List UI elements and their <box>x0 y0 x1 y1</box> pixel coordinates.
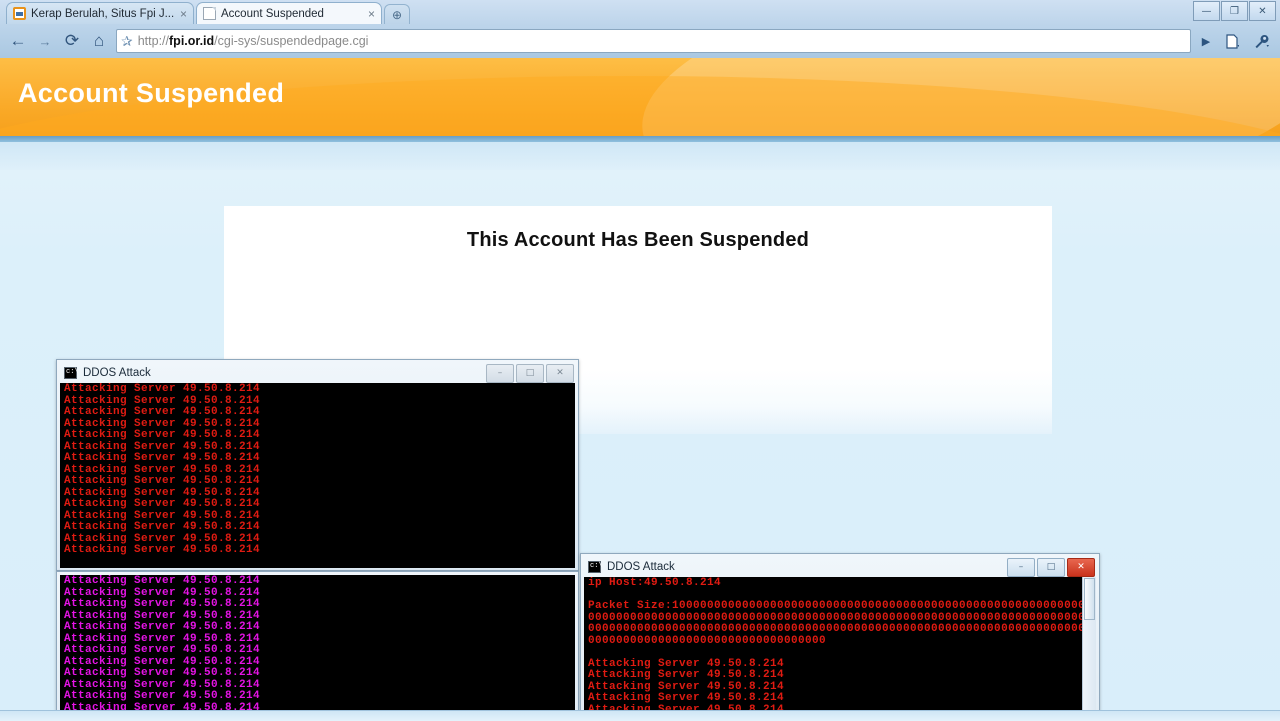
reload-icon[interactable]: ⟳ <box>60 29 84 53</box>
news-favicon <box>13 7 26 20</box>
console-line: Attacking Server 49.50.8.214 <box>64 667 261 679</box>
close-icon[interactable]: ✕ <box>1067 557 1095 577</box>
packet-size-line: Packet Size:1000000000000000000000000000… <box>588 600 1093 647</box>
minimize-window-button[interactable]: — <box>1193 1 1220 21</box>
console-line: Attacking Server 49.50.8.214 <box>588 669 785 681</box>
browser-chrome: Kerap Berulah, Situs Fpi J... × Account … <box>0 0 1280 58</box>
ddos-window-2-frame: Attacking Server 49.50.8.214 Attacking Se… <box>56 571 579 720</box>
console-line: Attacking Server 49.50.8.214 <box>64 383 261 395</box>
ddos-window-2[interactable]: Attacking Server 49.50.8.214 Attacking Se… <box>56 571 579 720</box>
go-icon[interactable]: ▶ <box>1196 30 1216 52</box>
maximize-window-button[interactable]: ❐ <box>1221 1 1248 21</box>
minimize-icon[interactable]: – <box>1007 557 1035 577</box>
page-favicon <box>203 7 216 20</box>
address-bar[interactable]: ✰ http://fpi.or.id/cgi-sys/suspendedpage… <box>116 29 1191 53</box>
console-line: Attacking Server 49.50.8.214 <box>588 692 785 704</box>
url-protocol: http:// <box>137 34 170 48</box>
url-text: http://fpi.or.id/cgi-sys/suspendedpage.c… <box>138 34 369 48</box>
minimize-icon[interactable]: – <box>486 363 514 383</box>
new-tab-button[interactable]: ⊕ <box>384 4 410 24</box>
back-icon[interactable]: ← <box>6 29 30 53</box>
console-line: Attacking Server 49.50.8.214 <box>64 521 261 533</box>
suspended-message: This Account Has Been Suspended <box>466 229 810 251</box>
ddos-window-1-console: Attacking Server 49.50.8.214 Attacking Se… <box>60 383 575 568</box>
bookmark-star-icon[interactable]: ✰ <box>121 33 133 50</box>
console-line: Attacking Server 49.50.8.214 <box>64 475 261 487</box>
browser-window-controls: — ❐ ✕ <box>1193 1 1276 21</box>
ddos-window-1-titlebar[interactable]: DDOS Attack – □ ✕ <box>60 363 575 383</box>
browser-tab-1[interactable]: Kerap Berulah, Situs Fpi J... × <box>6 2 194 24</box>
close-tab-1-icon[interactable]: × <box>180 8 187 20</box>
ddos-window-1[interactable]: DDOS Attack – □ ✕ Attacking Server 49.50… <box>56 359 579 571</box>
scrollbar-thumb[interactable] <box>1084 578 1095 620</box>
navigation-toolbar: ← → ⟳ ⌂ ✰ http://fpi.or.id/cgi-sys/suspe… <box>0 24 1280 58</box>
close-tab-2-icon[interactable]: × <box>368 8 375 20</box>
ddos-window-3-frame: DDOS Attack – □ ✕ ip Host:49.50.8.214 Pa… <box>580 553 1100 720</box>
page-title: Account Suspended <box>18 78 285 108</box>
console-line: Attacking Server 49.50.8.214 <box>64 406 261 418</box>
home-icon[interactable]: ⌂ <box>87 29 111 53</box>
console-line: Attacking Server 49.50.8.214 <box>64 429 261 441</box>
suspended-banner: Account Suspended <box>0 58 1280 136</box>
tab-strip: Kerap Berulah, Situs Fpi J... × Account … <box>0 0 1280 24</box>
console-line: Attacking Server 49.50.8.214 <box>64 452 261 464</box>
wrench-menu-icon[interactable] <box>1248 29 1274 53</box>
forward-icon[interactable]: → <box>33 29 57 53</box>
ddos-window-3[interactable]: DDOS Attack – □ ✕ ip Host:49.50.8.214 Pa… <box>580 553 1100 720</box>
ddos-window-3-title: DDOS Attack <box>607 561 675 573</box>
desktop-taskbar[interactable] <box>0 710 1280 721</box>
browser-tab-2[interactable]: Account Suspended × <box>196 2 382 24</box>
close-window-button[interactable]: ✕ <box>1249 1 1276 21</box>
wrench-glyph <box>1255 34 1269 48</box>
browser-tab-1-title: Kerap Berulah, Situs Fpi J... <box>31 7 175 20</box>
maximize-icon[interactable]: □ <box>516 363 544 383</box>
ddos-window-3-titlebar[interactable]: DDOS Attack – □ ✕ <box>584 557 1096 577</box>
ddos-window-1-controls: – □ ✕ <box>486 363 574 383</box>
banner-fade <box>0 142 1280 170</box>
ddos-window-1-frame: DDOS Attack – □ ✕ Attacking Server 49.50… <box>56 359 579 571</box>
ddos-window-1-title: DDOS Attack <box>83 367 151 379</box>
console-line: Attacking Server 49.50.8.214 <box>64 575 261 587</box>
console-line: Attacking Server 49.50.8.214 <box>64 498 261 510</box>
console-line: Attacking Server 49.50.8.214 <box>64 621 261 633</box>
browser-tab-2-title: Account Suspended <box>221 7 324 20</box>
cmd-console-icon <box>64 367 79 379</box>
console-scrollbar[interactable] <box>1082 577 1096 720</box>
close-icon[interactable]: ✕ <box>546 363 574 383</box>
console-line: Attacking Server 49.50.8.214 <box>64 598 261 610</box>
console-line: Attacking Server 49.50.8.214 <box>64 544 261 556</box>
maximize-icon[interactable]: □ <box>1037 557 1065 577</box>
url-domain: fpi.or.id <box>169 34 215 48</box>
page-menu-glyph <box>1225 33 1239 49</box>
cmd-console-icon <box>588 561 603 573</box>
page-content: Account Suspended This Account Has Been … <box>0 58 1280 720</box>
ddos-window-2-console: Attacking Server 49.50.8.214 Attacking Se… <box>60 575 575 720</box>
console-line: Attacking Server 49.50.8.214 <box>64 644 261 656</box>
host-line: ip Host:49.50.8.214 <box>588 577 722 589</box>
console-line: Attacking Server 49.50.8.214 <box>64 690 261 702</box>
ddos-window-3-console: ip Host:49.50.8.214 Packet Size:10000000… <box>584 577 1096 720</box>
ddos-window-3-controls: – □ ✕ <box>1007 557 1095 577</box>
url-path: /cgi-sys/suspendedpage.cgi <box>214 34 369 48</box>
page-menu-icon[interactable] <box>1219 29 1245 53</box>
